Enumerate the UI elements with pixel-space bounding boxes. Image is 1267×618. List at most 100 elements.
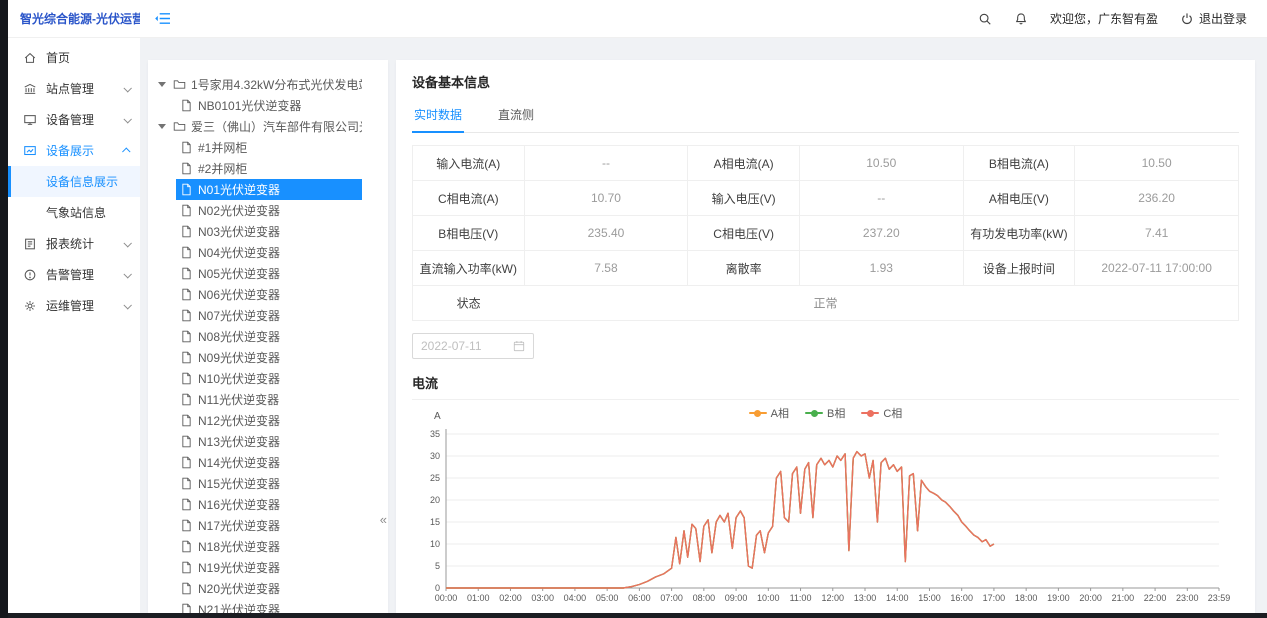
tree-leaf-node[interactable]: N18光伏逆变器 (148, 536, 388, 557)
sidebar-item[interactable]: 设备管理 (8, 104, 140, 135)
tree-leaf-node[interactable]: N21光伏逆变器 (148, 599, 388, 613)
tree-leaf-node[interactable]: NB0101光伏逆变器 (148, 95, 388, 116)
legend-item[interactable]: B相 (805, 405, 845, 421)
display-icon (23, 144, 37, 158)
caret-down-icon[interactable] (158, 124, 166, 129)
info-value: 7.41 (1075, 216, 1239, 251)
sidebar-item[interactable]: 运维管理 (8, 290, 140, 321)
logout-button[interactable]: 退出登录 (1180, 10, 1247, 27)
tree-leaf-node[interactable]: #1并网柜 (148, 137, 388, 158)
device-info-table: 输入电流(A)--A相电流(A)10.50B相电流(A)10.50C相电流(A)… (412, 145, 1239, 321)
tree-leaf-node[interactable]: N05光伏逆变器 (148, 263, 388, 284)
svg-text:11:00: 11:00 (790, 593, 812, 603)
tab-0[interactable]: 实时数据 (412, 101, 464, 133)
tree-node-label: 爱三（佛山）汽车部件有限公司光伏发 (191, 118, 362, 135)
tree-node-label: N14光伏逆变器 (198, 454, 280, 471)
tree-leaf-node[interactable]: N09光伏逆变器 (148, 347, 388, 368)
info-value: 235.40 (524, 216, 688, 251)
file-icon (180, 372, 193, 385)
sidebar-item[interactable]: 设备展示 (8, 135, 140, 166)
sidebar-item-label: 设备管理 (46, 111, 94, 128)
svg-text:5: 5 (435, 561, 440, 571)
chart-legend: A相 B相 C相 (749, 405, 903, 421)
info-label: A相电压(V) (963, 181, 1075, 216)
tree-folder-node[interactable]: 爱三（佛山）汽车部件有限公司光伏发 (148, 116, 388, 137)
sidebar: 首页站点管理设备管理设备展示设备信息展示气象站信息报表统计告警管理运维管理 (8, 38, 140, 613)
tree-node-label: N09光伏逆变器 (198, 349, 280, 366)
status-value: 正常 (813, 295, 837, 312)
top-bar: 智光综合能源-光伏运营 欢迎您，广东智有盈 退出登录 (8, 0, 1267, 38)
file-icon (180, 141, 193, 154)
tree-leaf-node[interactable]: N12光伏逆变器 (148, 410, 388, 431)
tree-leaf-node[interactable]: N06光伏逆变器 (148, 284, 388, 305)
tree-node-label: N16光伏逆变器 (198, 496, 280, 513)
folder-icon (173, 120, 186, 133)
file-icon (180, 519, 193, 532)
svg-text:18:00: 18:00 (1015, 593, 1038, 603)
file-icon (180, 246, 193, 259)
tree-leaf-node[interactable]: N17光伏逆变器 (148, 515, 388, 536)
file-icon (180, 225, 193, 238)
file-icon (180, 351, 193, 364)
tree-leaf-node[interactable]: N04光伏逆变器 (148, 242, 388, 263)
tree-leaf-node[interactable]: N03光伏逆变器 (148, 221, 388, 242)
svg-text:02:00: 02:00 (499, 593, 522, 603)
tree-leaf-node[interactable]: N11光伏逆变器 (148, 389, 388, 410)
tree-leaf-node[interactable]: N15光伏逆变器 (148, 473, 388, 494)
sidebar-item-label: 报表统计 (46, 235, 94, 252)
tree-collapse-handle[interactable]: « (380, 512, 387, 527)
current-chart: A A相B相C相 0510152025303500:0001:0002:0003… (412, 404, 1239, 610)
caret-down-icon[interactable] (158, 82, 166, 87)
device-tree-panel: 1号家用4.32kW分布式光伏发电站NB0101光伏逆变器爱三（佛山）汽车部件有… (148, 60, 388, 613)
tree-leaf-node[interactable]: N07光伏逆变器 (148, 305, 388, 326)
tree-node-label: N18光伏逆变器 (198, 538, 280, 555)
svg-text:07:00: 07:00 (660, 593, 683, 603)
power-icon (1180, 12, 1194, 26)
tree-leaf-node[interactable]: N20光伏逆变器 (148, 578, 388, 599)
svg-text:22:00: 22:00 (1144, 593, 1167, 603)
sidebar-item[interactable]: 告警管理 (8, 259, 140, 290)
file-icon (180, 603, 193, 613)
sidebar-item[interactable]: 报表统计 (8, 228, 140, 259)
tree-leaf-node[interactable]: N01光伏逆变器 (148, 179, 388, 200)
tree-node-label: N19光伏逆变器 (198, 559, 280, 576)
header-right: 欢迎您，广东智有盈 退出登录 (978, 10, 1267, 27)
sidebar-subitem[interactable]: 气象站信息 (8, 197, 140, 228)
tree-leaf-node[interactable]: N02光伏逆变器 (148, 200, 388, 221)
search-icon[interactable] (978, 12, 992, 26)
tree-node-label: N10光伏逆变器 (198, 370, 280, 387)
tree-leaf-node[interactable]: N16光伏逆变器 (148, 494, 388, 515)
tree-leaf-node[interactable]: N14光伏逆变器 (148, 452, 388, 473)
status-label: 状态 (457, 295, 481, 312)
info-value: 10.50 (799, 146, 963, 181)
chevron-up-icon (122, 147, 130, 155)
tree-node-label: #2并网柜 (198, 160, 247, 177)
sidebar-item[interactable]: 首页 (8, 42, 140, 73)
tree-node-label: N07光伏逆变器 (198, 307, 280, 324)
tree-folder-node[interactable]: 1号家用4.32kW分布式光伏发电站 (148, 74, 388, 95)
svg-text:14:00: 14:00 (886, 593, 909, 603)
svg-text:09:00: 09:00 (725, 593, 748, 603)
info-label: B相电压(V) (413, 216, 525, 251)
tab-1[interactable]: 直流侧 (496, 101, 536, 132)
info-value: 2022-07-11 17:00:00 (1075, 251, 1239, 286)
legend-item[interactable]: A相 (749, 405, 789, 421)
sidebar-subitem[interactable]: 设备信息展示 (8, 166, 140, 197)
info-label: 设备上报时间 (963, 251, 1075, 286)
tree-leaf-node[interactable]: N10光伏逆变器 (148, 368, 388, 389)
date-picker[interactable]: 2022-07-11 (412, 333, 534, 359)
menu-fold-icon[interactable] (154, 11, 171, 26)
file-icon (180, 435, 193, 448)
legend-item[interactable]: C相 (861, 405, 902, 421)
tree-leaf-node[interactable]: N13光伏逆变器 (148, 431, 388, 452)
sidebar-item-label: 站点管理 (46, 80, 94, 97)
tree-leaf-node[interactable]: #2并网柜 (148, 158, 388, 179)
svg-text:19:00: 19:00 (1047, 593, 1070, 603)
tree-leaf-node[interactable]: N19光伏逆变器 (148, 557, 388, 578)
tree-leaf-node[interactable]: N08光伏逆变器 (148, 326, 388, 347)
info-label: 有功发电功率(kW) (963, 216, 1075, 251)
bell-icon[interactable] (1014, 12, 1028, 26)
info-value: -- (524, 146, 688, 181)
date-value: 2022-07-11 (421, 339, 482, 353)
sidebar-item[interactable]: 站点管理 (8, 73, 140, 104)
